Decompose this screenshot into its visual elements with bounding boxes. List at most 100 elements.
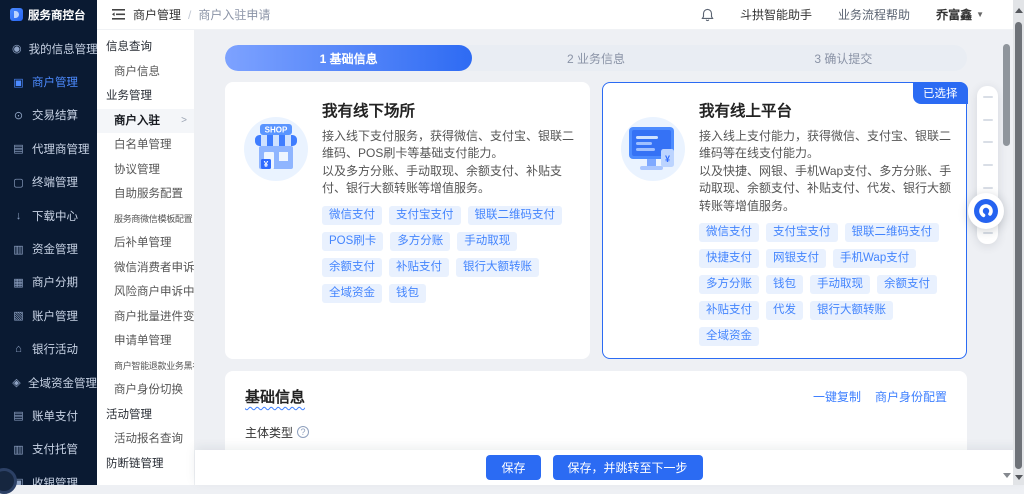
entry-type-cards: SHOP ¥ 我有线下场所 接入线下支付服务，获得微信、支付宝、银联二 [225, 82, 967, 359]
submenu-item[interactable]: 白名单管理 [97, 133, 194, 158]
capability-tag: 全域资金 [322, 284, 382, 303]
sidebar-item-label: 全域资金管理 [28, 375, 97, 391]
svg-text:¥: ¥ [665, 154, 670, 164]
stepper-step[interactable]: 1 基础信息 [225, 45, 472, 71]
sidebar-item-label: 终端管理 [32, 174, 78, 190]
capability-tag: 银联二维码支付 [845, 223, 940, 242]
process-help-link[interactable]: 业务流程帮助 [838, 6, 910, 23]
offline-card-desc2: 以及多方分账、手动取现、余额支付、补贴支付、银行大额转账等增值服务。 [322, 163, 575, 198]
logo[interactable]: 服务商控台 [0, 0, 97, 30]
submenu-item[interactable]: 业务管理 [97, 84, 194, 109]
sidebar-item[interactable]: ▤ 代理商管理 [0, 132, 97, 165]
sidebar: ◉ 我的信息管理 ▣ 商户管理 ⊙ 交易结算 ▤ 代理商管理 ▢ 终端管理 ↓ … [0, 30, 97, 485]
stepper-step-label: 1 基础信息 [320, 50, 378, 67]
submenu-item[interactable]: 商户入驻 > [97, 109, 194, 134]
breadcrumb-section[interactable]: 商户管理 [133, 6, 181, 23]
assistant-icon [974, 199, 998, 223]
sidebar-item-label: 账户管理 [32, 308, 78, 324]
submenu-item[interactable]: 商户信息 [97, 60, 194, 85]
one-key-copy-link[interactable]: 一键复制 [813, 388, 861, 405]
page-scrollbar[interactable] [1013, 0, 1024, 485]
submenu-item[interactable]: 后补单管理 [97, 231, 194, 256]
stepper-step[interactable]: 3 确认提交 [720, 45, 967, 71]
stepper-step-label: 3 确认提交 [814, 50, 872, 67]
submenu-item[interactable]: 活动管理 [97, 403, 194, 428]
submenu-item[interactable]: 防断链管理 [97, 452, 194, 477]
bell-icon[interactable] [701, 8, 714, 22]
sidebar-item[interactable]: ▥ 资金管理 [0, 232, 97, 265]
scroll-down-icon[interactable] [1003, 473, 1011, 478]
sidebar-item[interactable]: ▤ 账单支付 [0, 399, 97, 432]
logo-text: 服务商控台 [28, 7, 86, 23]
sidebar-item[interactable]: ◈ 全域资金管理 [0, 366, 97, 399]
submenu-item[interactable]: 信息查询 [97, 35, 194, 60]
offline-card[interactable]: SHOP ¥ 我有线下场所 接入线下支付服务，获得微信、支付宝、银联二 [225, 82, 590, 359]
capability-tag: 余额支付 [877, 275, 937, 294]
agent-icon: ▤ [12, 142, 25, 155]
submenu-item[interactable]: 服务商微信模板配置 [97, 207, 194, 232]
sidebar-item-label: 账单支付 [32, 408, 78, 424]
selected-badge: 已选择 [913, 82, 968, 104]
capability-tag: 补贴支付 [389, 258, 449, 277]
collapse-menu-icon[interactable] [112, 9, 126, 20]
submenu-item[interactable]: 风险商户申诉中心 [97, 280, 194, 305]
online-card-title: 我有线上平台 [699, 99, 952, 121]
submenu-item-label: 自助服务配置 [114, 188, 183, 200]
assistant-button[interactable] [968, 193, 1004, 229]
submenu-item-label: 商户智能退款业务黑名单 [114, 361, 194, 371]
submenu-item-label: 信息查询 [106, 41, 152, 53]
submenu-item[interactable]: 商户批量进件变更 [97, 305, 194, 330]
stepper: 1 基础信息 2 业务信息 3 确认提交 [225, 45, 967, 71]
sidebar-item[interactable]: ↓ 下载中心 [0, 199, 97, 232]
submenu-item[interactable]: 申请单管理 [97, 329, 194, 354]
sidebar-item[interactable]: ▧ 账户管理 [0, 299, 97, 332]
submenu-item[interactable]: 商户身份切换 [97, 378, 194, 403]
sidebar-item-label: 收银管理 [32, 475, 78, 485]
scroll-up-icon[interactable] [1015, 8, 1023, 13]
online-card[interactable]: 已选择 ¥ 我有线上平台 [602, 82, 967, 359]
stepper-step[interactable]: 2 业务信息 [472, 45, 719, 71]
submenu-item[interactable]: 活动报名查询 [97, 427, 194, 452]
offline-card-tags: 微信支付支付宝支付银联二维码支付POS刷卡多方分账手动取现余额支付补贴支付银行大… [322, 206, 575, 303]
svg-text:¥: ¥ [264, 160, 269, 169]
save-button[interactable]: 保存 [486, 455, 540, 480]
submenu-item-label: 活动报名查询 [114, 433, 183, 445]
capability-tag: 微信支付 [322, 206, 382, 225]
sidebar-item-label: 代理商管理 [32, 141, 90, 157]
submenu-item[interactable]: 商户智能退款业务黑名单 [97, 354, 194, 379]
capability-tag: 钱包 [389, 284, 426, 303]
sidebar-item[interactable]: ⊙ 交易结算 [0, 99, 97, 132]
merchant-identity-config-link[interactable]: 商户身份配置 [875, 388, 947, 405]
submenu-item[interactable]: 协议管理 [97, 158, 194, 183]
sidebar-item[interactable]: ▢ 终端管理 [0, 166, 97, 199]
content-scrollbar-thumb[interactable] [1003, 44, 1010, 146]
submenu-item-label: 商户信息 [114, 66, 160, 78]
capability-tag: 快捷支付 [699, 249, 759, 268]
sidebar-item[interactable]: ⌂ 银行活动 [0, 333, 97, 366]
capability-tag: 银行大额转账 [456, 258, 539, 277]
content-scrollbar[interactable] [1002, 30, 1011, 485]
submenu-item-label: 商户批量进件变更 [114, 311, 194, 323]
funds-icon: ▥ [12, 243, 25, 256]
sidebar-item[interactable]: ◉ 我的信息管理 [0, 32, 97, 65]
page-scrollbar-thumb[interactable] [1015, 22, 1022, 469]
bank-activity-icon: ⌂ [12, 343, 25, 355]
submenu-item-label: 协议管理 [114, 164, 160, 176]
assistant-link[interactable]: 斗拱智能助手 [740, 6, 812, 23]
logo-icon [10, 8, 23, 21]
scroll-down-icon[interactable] [1015, 475, 1023, 480]
account-icon: ▧ [12, 309, 25, 322]
capability-tag: 银联二维码支付 [468, 206, 563, 225]
submenu-item[interactable]: 微信消费者申诉 [97, 256, 194, 281]
footer-action-bar: 保存 保存，并跳转至下一步 [195, 450, 1024, 485]
help-icon[interactable]: ? [297, 426, 309, 438]
submenu-item-label: 白名单管理 [114, 139, 172, 151]
user-menu[interactable]: 乔富鑫 ▼ [936, 6, 984, 23]
sidebar-item[interactable]: ▣ 商户管理 [0, 65, 97, 98]
save-and-next-button[interactable]: 保存，并跳转至下一步 [553, 455, 703, 480]
submenu-item[interactable]: 自助服务配置 [97, 182, 194, 207]
sidebar-item[interactable]: ▦ 商户分期 [0, 266, 97, 299]
capability-tag: 微信支付 [699, 223, 759, 242]
offline-card-desc1: 接入线下支付服务，获得微信、支付宝、银联二维码、POS刷卡等基础支付能力。 [322, 128, 575, 163]
sidebar-item[interactable]: ▥ 支付托管 [0, 433, 97, 466]
